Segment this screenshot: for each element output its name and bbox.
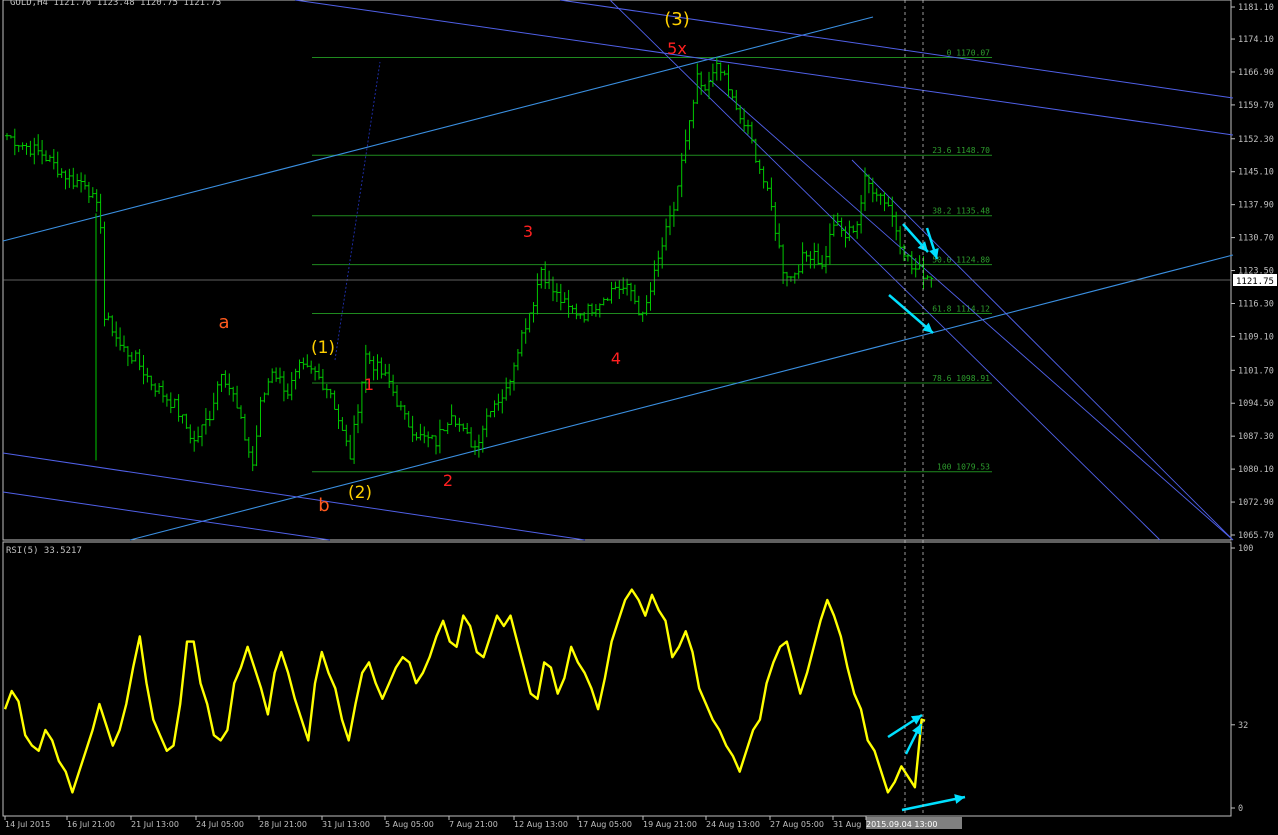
time-tick-label: 31 Jul 13:00 [322,820,370,829]
wave-label: 5x [667,39,687,58]
time-tick-label: 24 Aug 13:00 [706,820,760,829]
time-tick-label: 31 Aug [833,820,861,829]
time-axis: 14 Jul 2015 16 Jul 21:00 21 Jul 13:00 24 Ju… [4,816,962,829]
rsi-tick-label: 32 [1238,721,1248,731]
time-tick-label: 27 Aug 05:00 [770,820,824,829]
wave-label: (3) [664,9,690,30]
time-tick-label: 21 Jul 13:00 [131,820,179,829]
price-tick-label: 1094.50 [1238,399,1274,409]
fib-level-label: 78.6 1098.91 [932,374,990,383]
wave-label: (1) [311,338,335,358]
price-tick-label: 1137.90 [1238,201,1274,211]
price-tick-label: 1072.90 [1238,498,1274,508]
price-tick-label: 1174.10 [1238,35,1274,45]
wave-label: 3 [523,222,533,241]
time-tick-label: 5 Aug 05:00 [385,820,434,829]
time-tick-label: 19 Aug 21:00 [643,820,697,829]
trading-chart[interactable]: 0 1170.07 23.6 1148.70 38.2 1135.48 50.0 11… [0,0,1278,835]
price-tick-label: 1080.10 [1238,465,1274,475]
wave-label: 4 [611,349,621,368]
price-panel-frame [2,0,1232,541]
rsi-panel[interactable]: RSI(5) 33.5217 100 32 0 [2,541,1253,817]
wave-label: 1 [364,375,374,394]
fib-level-label: 0 1170.07 [947,48,991,57]
wave-label: b [318,495,329,516]
time-tick-label: 16 Jul 21:00 [67,820,115,829]
rsi-tick-label: 0 [1238,804,1243,814]
price-tick-label: 1116.30 [1238,299,1274,309]
rsi-tick-label: 100 [1238,544,1253,554]
price-axis: 1181.10 1174.10 1166.90 1159.70 1152.30 1145.… [1231,3,1274,541]
time-tick-label: 24 Jul 05:00 [196,820,244,829]
fib-level-label: 23.6 1148.70 [932,146,990,155]
time-tick-label: 7 Aug 21:00 [449,820,498,829]
wave-label: 2 [443,471,453,490]
main-price-panel[interactable]: 0 1170.07 23.6 1148.70 38.2 1135.48 50.0 11… [2,0,1277,541]
time-tick-label: 2015.09.04 13:00 [866,820,937,829]
rsi-panel-frame [2,541,1232,817]
price-tick-label: 1087.30 [1238,432,1274,442]
time-tick-label: 28 Jul 21:00 [259,820,307,829]
current-price-label: 1121.75 [1236,277,1274,287]
price-tick-label: 1109.10 [1238,332,1274,342]
price-tick-label: 1152.30 [1238,135,1274,145]
symbol-header: GOLD,H4 1121.76 1123.48 1120.75 1121.75 [10,0,221,8]
wave-label: (2) [348,483,372,503]
rsi-title: RSI(5) 33.5217 [6,546,82,556]
fib-level-label: 61.8 1114.12 [932,304,990,313]
time-tick-label: 14 Jul 2015 [5,820,50,829]
price-tick-label: 1145.10 [1238,168,1274,178]
price-tick-label: 1065.70 [1238,531,1274,541]
price-tick-label: 1166.90 [1238,68,1274,78]
price-tick-label: 1159.70 [1238,101,1274,111]
rsi-axis: 100 32 0 [1231,544,1253,814]
time-tick-label: 17 Aug 05:00 [578,820,632,829]
fib-level-label: 100 1079.53 [937,463,990,472]
wave-label: a [218,312,229,333]
price-tick-label: 1130.70 [1238,234,1274,244]
fib-level-label: 50.0 1124.80 [932,256,990,265]
fib-level-label: 38.2 1135.48 [932,207,990,216]
time-tick-label: 12 Aug 13:00 [514,820,568,829]
price-tick-label: 1101.70 [1238,366,1274,376]
price-tick-label: 1181.10 [1238,3,1274,13]
